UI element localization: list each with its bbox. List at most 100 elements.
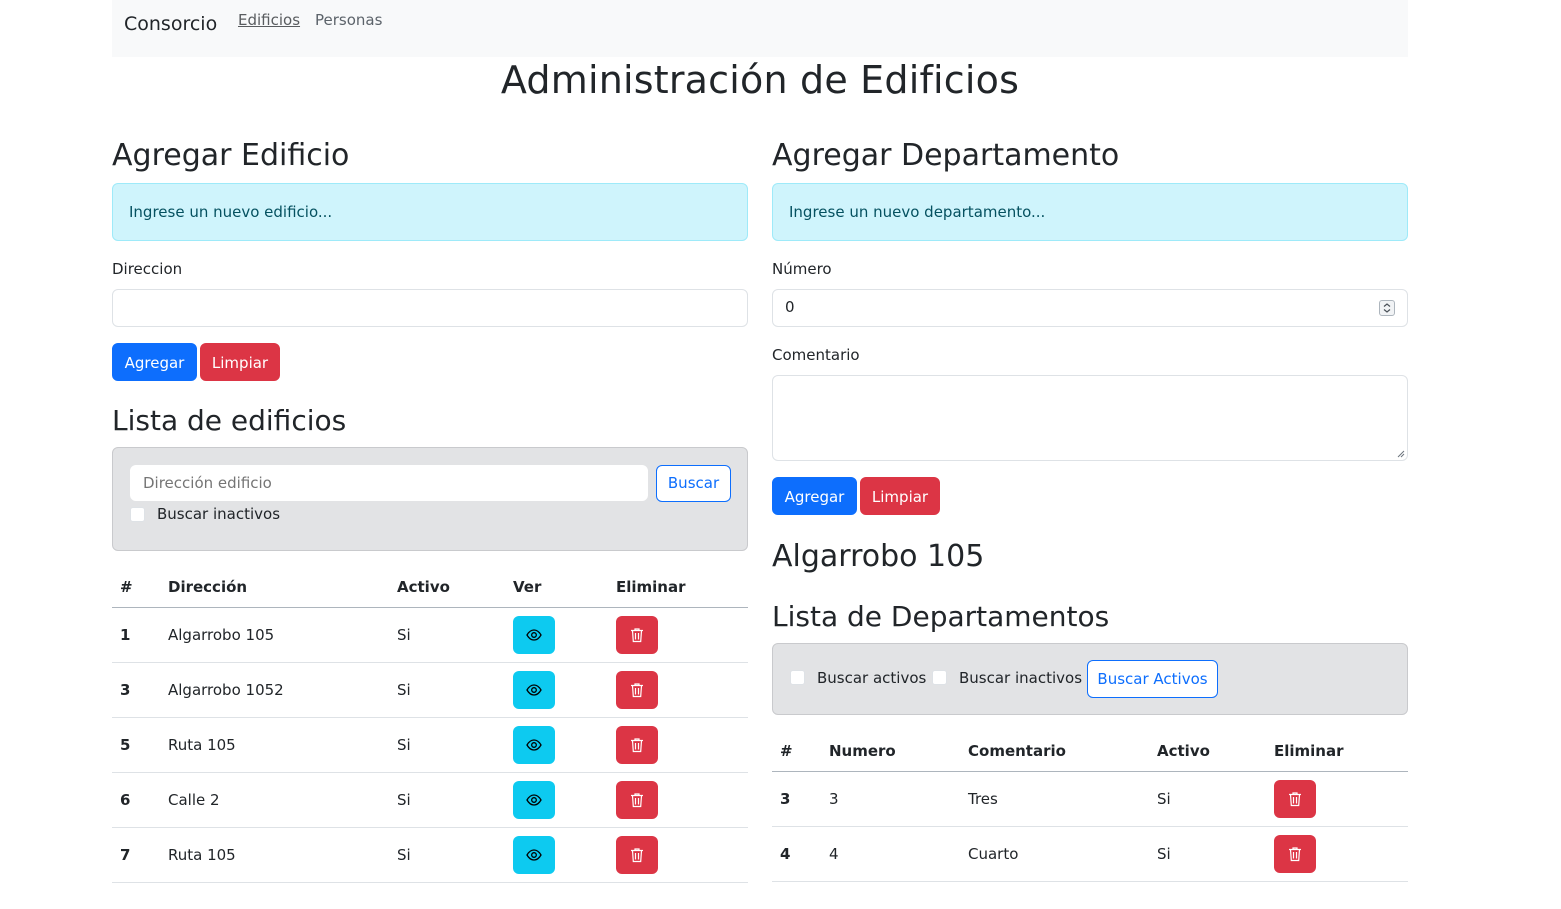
add-department-title: Agregar Departamento <box>772 138 1120 173</box>
row-id: 7 <box>120 846 131 864</box>
row-id: 6 <box>120 791 131 809</box>
col-header-active: Activo <box>1157 742 1210 760</box>
header-divider <box>112 607 748 608</box>
trash-icon <box>631 793 643 808</box>
search-active-button[interactable]: Buscar Activos <box>1087 660 1218 698</box>
address-label: Direccion <box>112 260 183 278</box>
view-button[interactable] <box>513 726 555 764</box>
row-address: Ruta 105 <box>168 846 236 864</box>
row-active: Si <box>397 626 411 644</box>
row-active: Si <box>397 846 411 864</box>
row-active: Si <box>397 736 411 754</box>
brand[interactable]: Consorcio <box>124 13 217 35</box>
number-spinner[interactable] <box>1379 300 1395 316</box>
trash-icon <box>1289 847 1301 862</box>
comment-textarea[interactable] <box>772 375 1408 461</box>
col-header-active: Activo <box>397 578 450 596</box>
number-value: 0 <box>785 298 795 316</box>
navbar: Consorcio Edificios Personas <box>112 0 1408 57</box>
comment-label: Comentario <box>772 346 860 364</box>
view-button[interactable] <box>513 836 555 874</box>
resize-handle-icon[interactable] <box>1395 448 1405 458</box>
row-number: 3 <box>829 790 839 808</box>
trash-icon <box>1289 792 1301 807</box>
row-address: Algarrobo 1052 <box>168 681 284 699</box>
number-label: Número <box>772 260 832 278</box>
row-id: 3 <box>120 681 131 699</box>
building-search-input[interactable] <box>130 465 648 501</box>
search-inactive-checkbox[interactable] <box>932 670 947 685</box>
view-button[interactable] <box>513 671 555 709</box>
search-inactive-label: Buscar inactivos <box>959 669 1083 687</box>
selected-building-title: Algarrobo 105 <box>772 539 985 574</box>
row-divider <box>112 662 748 663</box>
add-department-alert: Ingrese un nuevo departamento... <box>772 183 1408 241</box>
eye-icon <box>526 684 542 696</box>
address-input[interactable] <box>112 289 748 327</box>
building-search-button[interactable]: Buscar <box>656 465 731 502</box>
view-button[interactable] <box>513 616 555 654</box>
delete-button[interactable] <box>616 671 658 709</box>
header-divider <box>772 771 1408 772</box>
row-id: 5 <box>120 736 131 754</box>
delete-button[interactable] <box>616 836 658 874</box>
clear-building-button[interactable]: Limpiar <box>200 343 280 381</box>
row-address: Ruta 105 <box>168 736 236 754</box>
eye-icon <box>526 849 542 861</box>
row-divider <box>772 826 1408 827</box>
trash-icon <box>631 848 643 863</box>
col-header-number: Numero <box>829 742 896 760</box>
row-id: 4 <box>780 845 791 863</box>
clear-department-button[interactable]: Limpiar <box>860 477 940 515</box>
col-header-address: Dirección <box>168 578 248 596</box>
row-active: Si <box>397 791 411 809</box>
row-number: 4 <box>829 845 839 863</box>
col-header-delete: Eliminar <box>616 578 686 596</box>
add-department-button[interactable]: Agregar <box>772 477 857 515</box>
col-header-view: Ver <box>513 578 542 596</box>
eye-icon <box>526 629 542 641</box>
col-header-id: # <box>780 742 793 760</box>
add-building-title: Agregar Edificio <box>112 138 350 173</box>
row-active: Si <box>1157 790 1171 808</box>
row-divider <box>112 717 748 718</box>
row-divider <box>112 827 748 828</box>
col-header-comment: Comentario <box>968 742 1066 760</box>
nav-link-personas[interactable]: Personas <box>315 11 382 29</box>
search-inactive-buildings-label: Buscar inactivos <box>157 505 281 523</box>
delete-button[interactable] <box>1274 835 1316 873</box>
row-address: Calle 2 <box>168 791 220 809</box>
col-header-delete: Eliminar <box>1274 742 1344 760</box>
row-active: Si <box>1157 845 1171 863</box>
nav-link-edificios[interactable]: Edificios <box>238 11 300 29</box>
trash-icon <box>631 683 643 698</box>
page-title: Administración de Edificios <box>500 58 1020 102</box>
spinner-arrows-icon <box>1383 303 1391 313</box>
row-comment: Cuarto <box>968 845 1019 863</box>
eye-icon <box>526 794 542 806</box>
search-active-checkbox[interactable] <box>790 670 805 685</box>
row-id: 1 <box>120 626 131 644</box>
department-list-title: Lista de Departamentos <box>772 600 1110 633</box>
row-active: Si <box>397 681 411 699</box>
building-search-panel: Buscar Buscar inactivos <box>112 447 748 551</box>
number-input[interactable]: 0 <box>772 289 1408 327</box>
search-inactive-buildings-checkbox[interactable] <box>130 507 145 522</box>
eye-icon <box>526 739 542 751</box>
search-active-label: Buscar activos <box>817 669 927 687</box>
row-address: Algarrobo 105 <box>168 626 275 644</box>
department-search-panel: Buscar activos Buscar inactivos Buscar A… <box>772 643 1408 715</box>
add-building-alert: Ingrese un nuevo edificio... <box>112 183 748 241</box>
delete-button[interactable] <box>616 726 658 764</box>
delete-button[interactable] <box>1274 780 1316 818</box>
row-id: 3 <box>780 790 791 808</box>
trash-icon <box>631 628 643 643</box>
col-header-id: # <box>120 578 133 596</box>
trash-icon <box>631 738 643 753</box>
row-divider <box>772 881 1408 882</box>
delete-button[interactable] <box>616 616 658 654</box>
row-divider <box>112 882 748 883</box>
delete-button[interactable] <box>616 781 658 819</box>
add-building-button[interactable]: Agregar <box>112 343 197 381</box>
view-button[interactable] <box>513 781 555 819</box>
